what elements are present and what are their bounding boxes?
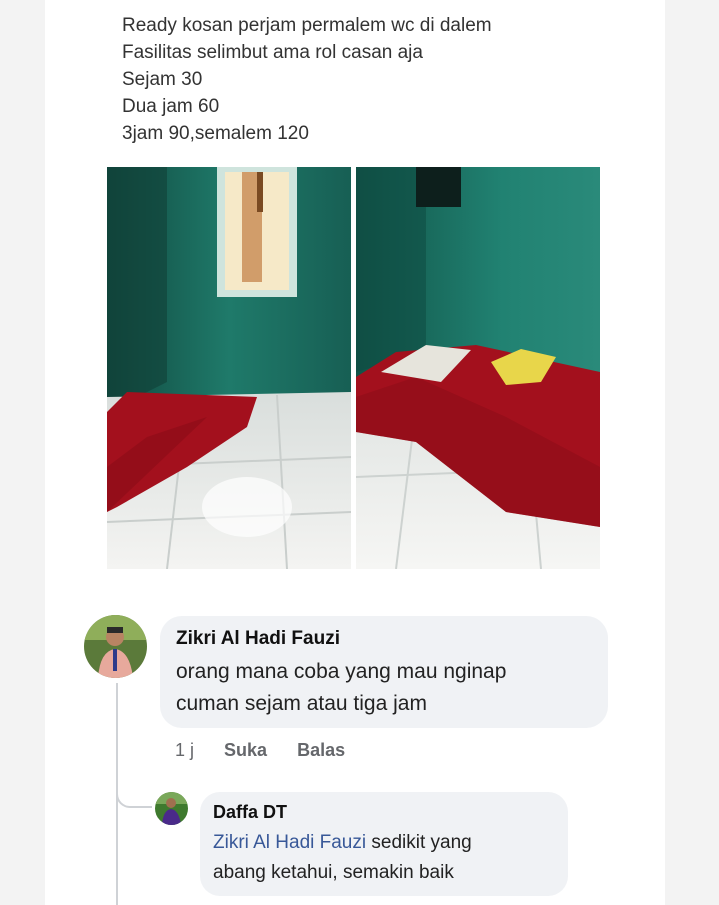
- post-photo-room-window[interactable]: [107, 167, 351, 569]
- reply-text: abang ketahui, semakin baik: [213, 862, 454, 883]
- profile-photo: [84, 615, 147, 678]
- post-line: Sejam 30: [122, 69, 203, 90]
- profile-photo: [155, 792, 188, 825]
- comment-actions: 1 j Suka Balas: [175, 740, 370, 761]
- like-button[interactable]: Suka: [224, 740, 267, 760]
- thread-connector: [116, 780, 152, 808]
- comment-text: cuman sejam atau tiga jam: [176, 692, 427, 715]
- avatar[interactable]: [84, 615, 147, 678]
- mention-link[interactable]: Zikri Al Hadi Fauzi: [213, 832, 366, 853]
- comment-text: orang mana coba yang mau nginap: [176, 660, 507, 683]
- comment-bubble: Zikri Al Hadi Fauzi orang mana coba yang…: [160, 616, 608, 728]
- reply-bubble: Daffa DT Zikri Al Hadi Fauzi sedikit yan…: [200, 792, 568, 896]
- post-line: Fasilitas selimbut ama rol casan aja: [122, 42, 423, 63]
- room-photo: [107, 167, 351, 569]
- post-photo-room-mattress[interactable]: [356, 167, 600, 569]
- post-line: 3jam 90,semalem 120: [122, 123, 309, 144]
- avatar[interactable]: [155, 792, 188, 825]
- reply-text-rest: sedikit yang: [366, 832, 472, 853]
- comment-author[interactable]: Zikri Al Hadi Fauzi: [176, 628, 340, 650]
- comment-timestamp[interactable]: 1 j: [175, 740, 194, 760]
- reply-author[interactable]: Daffa DT: [213, 802, 287, 823]
- reply-button[interactable]: Balas: [297, 740, 345, 760]
- post-line: Dua jam 60: [122, 96, 220, 117]
- post-text: Ready kosan perjam permalem wc di dalem …: [122, 12, 642, 147]
- room-photo: [356, 167, 600, 569]
- reply-text: Zikri Al Hadi Fauzi sedikit yang: [213, 832, 472, 854]
- post-line: Ready kosan perjam permalem wc di dalem: [122, 15, 492, 36]
